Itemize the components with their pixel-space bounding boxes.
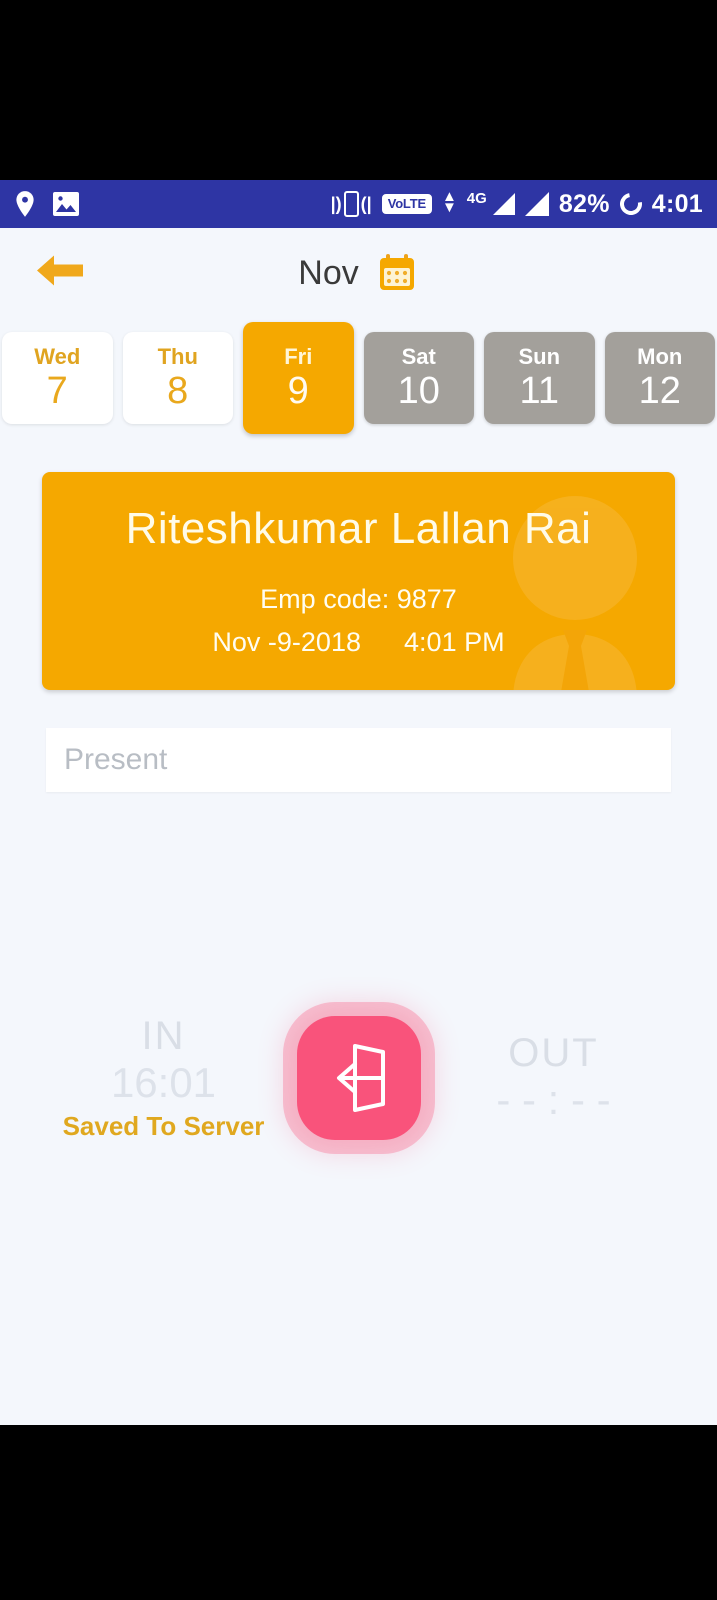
location-pin-icon [16, 191, 34, 217]
calendar-icon[interactable] [375, 251, 419, 295]
employee-card: Riteshkumar Lallan Rai Emp code: 9877 No… [42, 472, 675, 690]
date-card-dow: Mon [637, 344, 683, 370]
date-strip[interactable]: Wed 7 Thu 8 Fri 9 Sat 10 Sun 11 Mon 12 [0, 318, 717, 438]
app-bar: Nov [0, 228, 717, 318]
date-card-thu-8[interactable]: Thu 8 [122, 332, 233, 424]
attendance-status-value: Present [64, 743, 168, 776]
date-card-sat-10[interactable]: Sat 10 [363, 332, 474, 424]
date-card-dow: Wed [34, 344, 81, 370]
battery-ring-icon [615, 188, 647, 220]
date-card-num: 7 [46, 370, 68, 413]
signal-bars-icon-1 [492, 193, 515, 215]
network-type-label: 4G [466, 189, 487, 207]
date-card-dow: Sun [518, 344, 561, 370]
date-card-fri-9-selected[interactable]: Fri 9 [243, 322, 354, 434]
date-card-dow: Sat [401, 344, 436, 370]
date-card-num: 8 [167, 370, 189, 413]
login-enter-icon [336, 1044, 385, 1112]
employee-date: Nov -9-2018 [212, 627, 361, 657]
employee-time: 4:01 PM [404, 627, 505, 657]
date-card-num: 10 [397, 370, 440, 413]
volte-badge: VoLTE [381, 193, 432, 215]
punch-in-label: IN [141, 1014, 186, 1059]
date-card-num: 9 [287, 370, 309, 413]
battery-percent-label: 82% [558, 189, 610, 218]
date-card-wed-7[interactable]: Wed 7 [2, 332, 113, 424]
month-title-group[interactable]: Nov [298, 251, 418, 295]
date-card-mon-12[interactable]: Mon 12 [604, 332, 715, 424]
page-title: Nov [298, 253, 359, 292]
data-transfer-icon: ▲ ▼ [441, 187, 457, 216]
punch-out-time: - - : - - [496, 1075, 611, 1123]
date-card-dow: Fri [284, 344, 313, 370]
date-card-sun-11[interactable]: Sun 11 [484, 332, 595, 424]
punch-button[interactable] [296, 1016, 421, 1140]
image-icon [53, 192, 79, 216]
attendance-status-field[interactable]: Present [46, 728, 671, 792]
status-bar: |) (| VoLTE ▲ ▼ 4G 82% 4:01 [0, 180, 717, 228]
status-bar-left-icons [14, 190, 80, 218]
date-card-num: 12 [638, 370, 681, 413]
punch-out-label: OUT [508, 1030, 599, 1075]
punch-row: IN 16:01 Saved To Server OUT - - : - - [0, 978, 717, 1178]
vibrate-icon: |) (| [331, 191, 372, 217]
app-screen: |) (| VoLTE ▲ ▼ 4G 82% 4:01 Nov Wed 7 Th… [0, 180, 717, 1425]
date-card-num: 11 [519, 370, 559, 413]
clock-label: 4:01 [651, 189, 703, 218]
employee-name: Riteshkumar Lallan Rai [125, 504, 592, 553]
date-card-dow: Thu [157, 344, 198, 370]
signal-bars-icon-2 [524, 192, 549, 216]
punch-in-block: IN 16:01 Saved To Server [39, 1014, 289, 1141]
punch-out-block: OUT - - : - - [429, 1031, 679, 1125]
status-bar-right-icons: |) (| VoLTE ▲ ▼ 4G 82% 4:01 [331, 187, 703, 220]
employee-code: Emp code: 9877 [260, 584, 457, 614]
punch-in-status: Saved To Server [62, 1110, 265, 1141]
punch-in-time: 16:01 [110, 1059, 217, 1107]
employee-datetime: Nov -9-2018 4:01 PM [212, 627, 504, 658]
back-arrow-icon[interactable] [34, 251, 86, 296]
